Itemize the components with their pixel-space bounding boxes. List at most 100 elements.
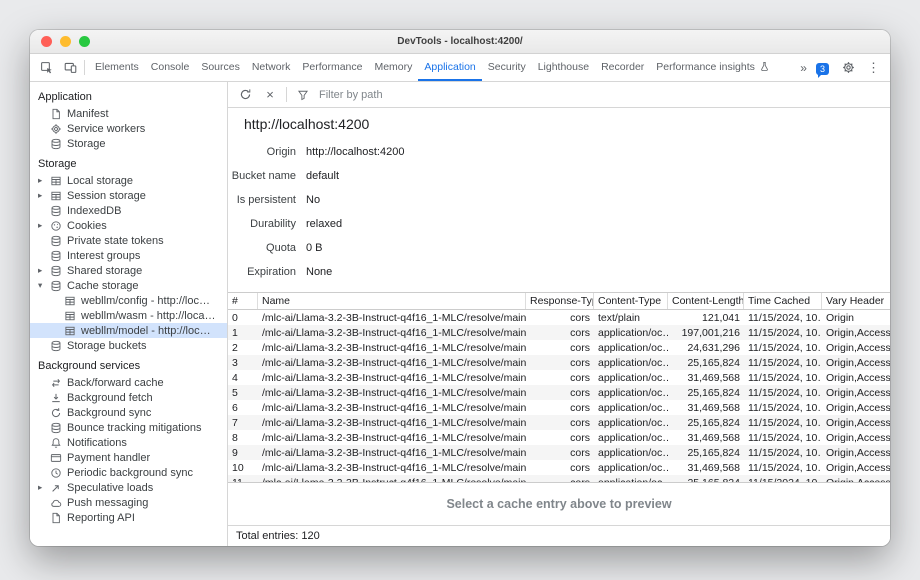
sidebar-item-session-storage[interactable]: ▸Session storage: [30, 188, 227, 203]
cell-name: /mlc-ai/Llama-3.2-3B-Instruct-q4f16_1-ML…: [258, 460, 526, 475]
column-header-name[interactable]: Name: [258, 293, 526, 309]
table-row[interactable]: 10/mlc-ai/Llama-3.2-3B-Instruct-q4f16_1-…: [228, 460, 890, 475]
sidebar-item-cache-storage[interactable]: ▾Cache storage: [30, 278, 227, 293]
cell-time-cached: 11/15/2024, 10…: [744, 445, 822, 460]
sidebar-item-shared-storage[interactable]: ▸Shared storage: [30, 263, 227, 278]
tab-lighthouse[interactable]: Lighthouse: [532, 54, 595, 81]
console-messages-badge[interactable]: 3: [816, 59, 829, 77]
tab-sources[interactable]: Sources: [195, 54, 246, 81]
sidebar-item-bounce-tracking-mitigations[interactable]: Bounce tracking mitigations: [30, 420, 227, 435]
column-header-[interactable]: #: [228, 293, 258, 309]
cell-vary-header: Origin,Access…: [822, 355, 890, 370]
column-header-content-length[interactable]: Content-Length: [668, 293, 744, 309]
sidebar-item-speculative-loads[interactable]: ▸Speculative loads: [30, 480, 227, 495]
tab-elements[interactable]: Elements: [89, 54, 145, 81]
cell-content-type: application/oc…: [594, 340, 668, 355]
tab-network[interactable]: Network: [246, 54, 297, 81]
table-row[interactable]: 1/mlc-ai/Llama-3.2-3B-Instruct-q4f16_1-M…: [228, 325, 890, 340]
table-row[interactable]: 11/mlc-ai/Llama-3.2-3B-Instruct-q4f16_1-…: [228, 475, 890, 482]
tab-console[interactable]: Console: [145, 54, 196, 81]
cell-content-length: 25,165,824: [668, 355, 744, 370]
cell-content-length: 25,165,824: [668, 475, 744, 482]
sidebar-item-private-state-tokens[interactable]: Private state tokens: [30, 233, 227, 248]
sidebar-item-webllm-config-http-loc[interactable]: webllm/config - http://loc…: [30, 293, 227, 308]
chevron-right-icon[interactable]: ▸: [38, 175, 49, 186]
cell-content-length: 31,469,568: [668, 370, 744, 385]
table-icon: [63, 324, 76, 337]
sidebar-item-periodic-background-sync[interactable]: Periodic background sync: [30, 465, 227, 480]
sync-icon: [49, 406, 62, 419]
table-row[interactable]: 3/mlc-ai/Llama-3.2-3B-Instruct-q4f16_1-M…: [228, 355, 890, 370]
cell-name: /mlc-ai/Llama-3.2-3B-Instruct-q4f16_1-ML…: [258, 445, 526, 460]
sidebar-item-storage-buckets[interactable]: Storage buckets: [30, 338, 227, 353]
sidebar-item-push-messaging[interactable]: Push messaging: [30, 495, 227, 510]
delete-selected-icon[interactable]: ×: [261, 86, 279, 104]
cell-time-cached: 11/15/2024, 10…: [744, 340, 822, 355]
chevron-right-icon[interactable]: ▸: [38, 220, 49, 231]
sidebar-item-webllm-model-http-loc[interactable]: webllm/model - http://loc…: [30, 323, 227, 338]
more-panels-button[interactable]: »: [800, 61, 807, 75]
database-icon: [49, 339, 62, 352]
tab-performance-insights[interactable]: Performance insights: [650, 54, 776, 81]
sidebar-item-back-forward-cache[interactable]: Back/forward cache: [30, 375, 227, 390]
chevron-right-icon[interactable]: ▸: [38, 265, 49, 276]
sidebar-item-reporting-api[interactable]: Reporting API: [30, 510, 227, 525]
cell-content-type: application/oc…: [594, 460, 668, 475]
bell-icon: [49, 436, 62, 449]
column-header-time-cached[interactable]: Time Cached: [744, 293, 822, 309]
sidebar-item-manifest[interactable]: Manifest: [30, 106, 227, 121]
table-row[interactable]: 5/mlc-ai/Llama-3.2-3B-Instruct-q4f16_1-M…: [228, 385, 890, 400]
sidebar-item-local-storage[interactable]: ▸Local storage: [30, 173, 227, 188]
cell-response-type: cors: [526, 400, 594, 415]
cell-: 3: [228, 355, 258, 370]
chevron-right-icon[interactable]: ▸: [38, 482, 49, 493]
table-row[interactable]: 6/mlc-ai/Llama-3.2-3B-Instruct-q4f16_1-M…: [228, 400, 890, 415]
close-window-button[interactable]: [41, 36, 52, 47]
tab-label: Lighthouse: [538, 61, 589, 73]
chevron-right-icon[interactable]: ▸: [38, 190, 49, 201]
sidebar-item-service-workers[interactable]: Service workers: [30, 121, 227, 136]
column-header-response-type[interactable]: Response-Type: [526, 293, 594, 309]
table-icon: [63, 294, 76, 307]
table-row[interactable]: 2/mlc-ai/Llama-3.2-3B-Instruct-q4f16_1-M…: [228, 340, 890, 355]
sidebar-item-storage[interactable]: Storage: [30, 136, 227, 151]
refresh-icon[interactable]: [236, 86, 254, 104]
tab-application[interactable]: Application: [418, 54, 481, 81]
cell-time-cached: 11/15/2024, 10…: [744, 460, 822, 475]
tab-memory[interactable]: Memory: [368, 54, 418, 81]
table-row[interactable]: 0/mlc-ai/Llama-3.2-3B-Instruct-q4f16_1-M…: [228, 310, 890, 325]
table-row[interactable]: 9/mlc-ai/Llama-3.2-3B-Instruct-q4f16_1-M…: [228, 445, 890, 460]
sidebar-item-background-sync[interactable]: Background sync: [30, 405, 227, 420]
sidebar-item-payment-handler[interactable]: Payment handler: [30, 450, 227, 465]
cell-name: /mlc-ai/Llama-3.2-3B-Instruct-q4f16_1-ML…: [258, 430, 526, 445]
minimize-window-button[interactable]: [60, 36, 71, 47]
cell-content-type: application/oc…: [594, 370, 668, 385]
table-row[interactable]: 4/mlc-ai/Llama-3.2-3B-Instruct-q4f16_1-M…: [228, 370, 890, 385]
cell-: 5: [228, 385, 258, 400]
chevron-down-icon[interactable]: ▾: [38, 280, 49, 291]
sidebar-item-background-fetch[interactable]: Background fetch: [30, 390, 227, 405]
sidebar-item-notifications[interactable]: Notifications: [30, 435, 227, 450]
table-row[interactable]: 8/mlc-ai/Llama-3.2-3B-Instruct-q4f16_1-M…: [228, 430, 890, 445]
sidebar-item-indexeddb[interactable]: IndexedDB: [30, 203, 227, 218]
kebab-menu-icon[interactable]: ⋮: [867, 60, 880, 76]
preview-placeholder: Select a cache entry above to preview: [228, 482, 890, 525]
cookie-icon: [49, 219, 62, 232]
sidebar-item-interest-groups[interactable]: Interest groups: [30, 248, 227, 263]
sidebar-item-webllm-wasm-http-loca[interactable]: webllm/wasm - http://loca…: [30, 308, 227, 323]
settings-gear-icon[interactable]: [838, 58, 858, 78]
column-header-vary-header[interactable]: Vary Header: [822, 293, 890, 309]
tab-performance[interactable]: Performance: [296, 54, 368, 81]
filter-by-path-input[interactable]: Filter by path: [319, 89, 383, 101]
cell-time-cached: 11/15/2024, 10…: [744, 385, 822, 400]
tab-security[interactable]: Security: [482, 54, 532, 81]
sidebar-item-cookies[interactable]: ▸Cookies: [30, 218, 227, 233]
tab-recorder[interactable]: Recorder: [595, 54, 650, 81]
inspect-element-icon[interactable]: [36, 58, 56, 78]
zoom-window-button[interactable]: [79, 36, 90, 47]
cache-metadata: Originhttp://localhost:4200Bucket namede…: [228, 138, 890, 292]
device-toolbar-icon[interactable]: [60, 58, 80, 78]
cell-content-type: application/oc…: [594, 325, 668, 340]
table-row[interactable]: 7/mlc-ai/Llama-3.2-3B-Instruct-q4f16_1-M…: [228, 415, 890, 430]
column-header-content-type[interactable]: Content-Type: [594, 293, 668, 309]
